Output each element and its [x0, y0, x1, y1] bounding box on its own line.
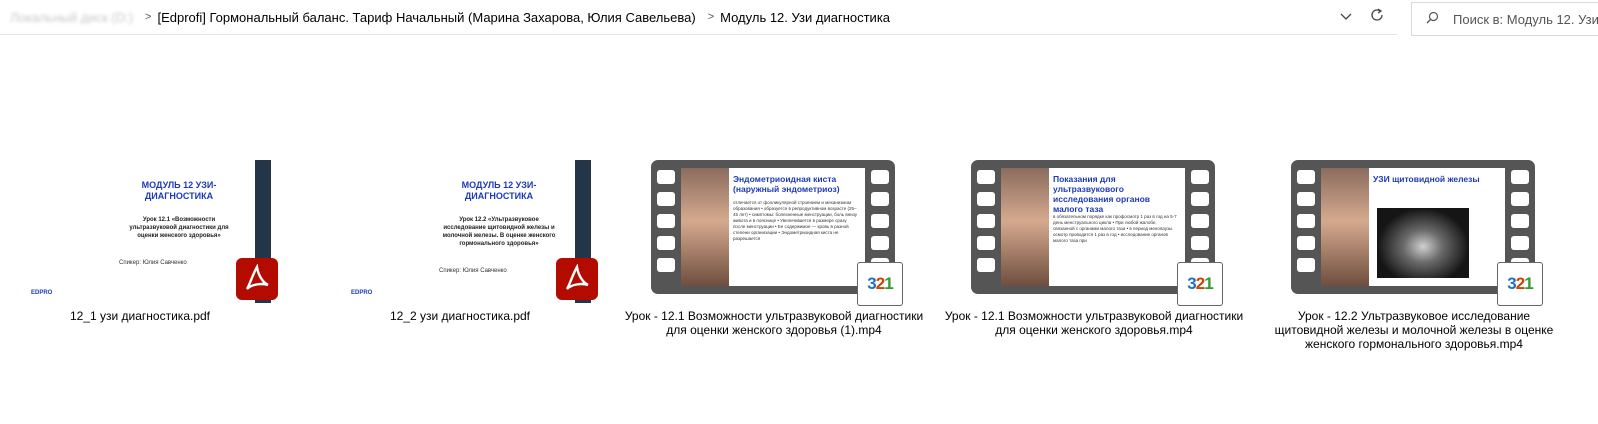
video-frame: Показания для ультразвукового исследован… [1001, 168, 1185, 286]
file-name[interactable]: Урок - 12.2 Ультразвуковое исследование … [1264, 309, 1564, 351]
edpro-logo: EDPRO [351, 290, 373, 296]
video-frame: УЗИ щитовидной железы [1321, 168, 1505, 286]
chevron-down-icon[interactable] [1340, 8, 1352, 26]
address-bar-actions [1340, 0, 1384, 34]
file-thumbnail: Эндометриоидная киста (наружный эндометр… [651, 160, 903, 306]
refresh-icon[interactable] [1370, 7, 1384, 27]
file-name[interactable]: Урок - 12.1 Возможности ультразвуковой д… [944, 309, 1244, 337]
file-thumbnail: МОДУЛЬ 12 УЗИ- ДИАГНОСТИКА Урок 12.2 «Ул… [329, 160, 598, 303]
slide-title: УЗИ щитовидной железы [1373, 174, 1480, 184]
media-player-321-icon: 321 [1177, 262, 1223, 306]
slide-text: в обязательном порядке как профосмотр 1 … [1053, 214, 1177, 243]
file-item-pdf-2[interactable]: МОДУЛЬ 12 УЗИ- ДИАГНОСТИКА Урок 12.2 «Ул… [310, 160, 610, 323]
slide-text: отличается от фолликулярной строением и … [733, 200, 858, 241]
file-item-video-1[interactable]: Эндометриоидная киста (наружный эндометр… [624, 160, 924, 337]
video-frame: Эндометриоидная киста (наружный эндометр… [681, 168, 865, 286]
slide-title: Показания для ультразвукового исследован… [1053, 174, 1151, 214]
file-thumbnail: УЗИ щитовидной железы 321 [1291, 160, 1543, 306]
file-thumbnail: МОДУЛЬ 12 УЗИ- ДИАГНОСТИКА Урок 12.1 «Во… [9, 160, 278, 303]
thumb-speaker: Спикер: Юлия Савченко [119, 260, 187, 266]
file-name[interactable]: 12_1 узи диагностика.pdf [0, 309, 290, 323]
file-name[interactable]: Урок - 12.1 Возможности ультразвуковой д… [624, 309, 924, 337]
file-item-video-2[interactable]: Показания для ультразвукового исследован… [944, 160, 1244, 337]
file-item-video-3[interactable]: УЗИ щитовидной железы 321 Урок - 12.2 Ул… [1264, 160, 1564, 351]
thumb-speaker: Спикер: Юлия Савченко [439, 268, 507, 274]
media-player-321-icon: 321 [1497, 262, 1543, 306]
file-thumbnail: Показания для ультразвукового исследован… [971, 160, 1223, 306]
file-name[interactable]: 12_2 узи диагностика.pdf [310, 309, 610, 323]
thumb-title: МОДУЛЬ 12 УЗИ- ДИАГНОСТИКА [141, 180, 217, 201]
breadcrumb-separator: > [145, 11, 152, 23]
breadcrumb-separator: > [707, 11, 715, 23]
media-player-321-icon: 321 [857, 262, 903, 306]
speaker-image [681, 168, 729, 286]
speaker-image [1001, 168, 1049, 286]
edpro-logo: EDPRO [31, 290, 53, 296]
breadcrumb-item-course[interactable]: [Edprofi] Гормональный баланс. Тариф Нач… [157, 10, 695, 25]
file-item-pdf-1[interactable]: МОДУЛЬ 12 УЗИ- ДИАГНОСТИКА Урок 12.1 «Во… [0, 160, 290, 323]
breadcrumb-item-module[interactable]: Модуль 12. Узи диагностика [720, 10, 890, 25]
thumb-lesson: Урок 12.1 «Возможности ультразвуковой ди… [129, 217, 229, 239]
pdf-icon [556, 258, 598, 300]
thumb-lesson: Урок 12.2 «Ультразвуковое исследование щ… [442, 217, 556, 247]
slide-title: Эндометриоидная киста (наружный эндометр… [733, 174, 840, 194]
search-placeholder: Поиск в: Модуль 12. Узи [1453, 11, 1598, 27]
breadcrumb-root[interactable]: Локальный диск (D:) [10, 10, 133, 25]
pdf-icon [236, 258, 278, 300]
ultrasound-image [1377, 208, 1469, 278]
search-icon [1426, 11, 1439, 27]
speaker-image [1321, 168, 1369, 286]
search-input[interactable]: Поиск в: Модуль 12. Узи [1411, 2, 1598, 36]
address-bar[interactable]: Локальный диск (D:) > [Edprofi] Гормонал… [0, 0, 1397, 35]
thumb-title: МОДУЛЬ 12 УЗИ- ДИАГНОСТИКА [461, 180, 537, 201]
